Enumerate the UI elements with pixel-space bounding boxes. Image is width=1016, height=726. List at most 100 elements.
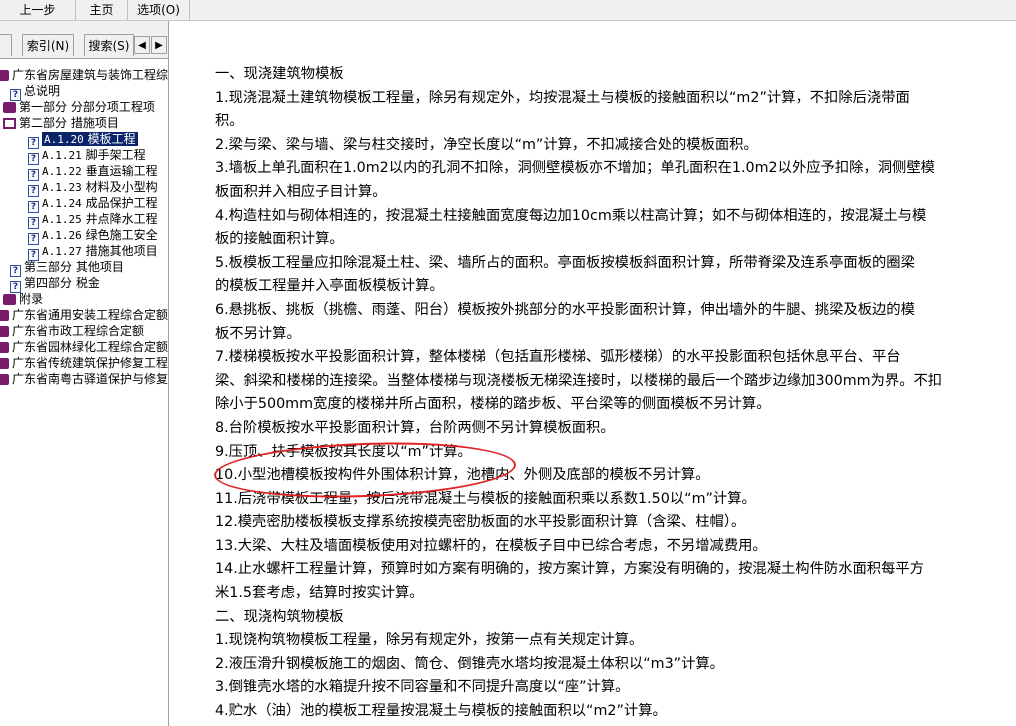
section-heading: 一、现浇建筑物模板 [215, 66, 344, 82]
tree-item-label: 广东省传统建筑保护修复工程 [12, 356, 168, 370]
options-menu[interactable]: 选项(O) [128, 0, 190, 20]
tree-item[interactable]: ? A.1.25 井点降水工程 [28, 211, 158, 229]
text-line: 2.液压滑升钢模板施工的烟囱、筒仓、倒锥壳水塔均按混凝土体积以“m3”计算。 [215, 655, 724, 672]
tree-item-code: A.1.25 [42, 213, 82, 226]
tree-item[interactable]: ? A.1.22 垂直运输工程 [28, 163, 158, 181]
tree-item-text: 措施其他项目 [85, 244, 158, 258]
tree-item-text: 材料及小型构 [85, 180, 158, 194]
topic-text: 一、现浇建筑物模板 1.现浇混凝土建筑物模板工程量，除另有规定外，均按混凝土与模板… [215, 63, 1005, 724]
tree-item-label: 第二部分 措施项目 [19, 116, 119, 130]
tree-item[interactable]: 广东省房屋建筑与装饰工程综 [0, 67, 168, 83]
tree-item-label: 广东省房屋建筑与装饰工程综 [12, 68, 168, 82]
tree-item-label: A.1.24 成品保护工程 [42, 196, 158, 210]
tree-item-code: A.1.24 [42, 197, 82, 210]
tree-item-text: 第一部分 分部分项工程项 [19, 100, 155, 114]
tree-item-text: 广东省通用安装工程综合定额 [12, 308, 169, 322]
tree-item[interactable]: ? A.1.24 成品保护工程 [28, 195, 158, 213]
tree-item-label: 广东省通用安装工程综合定额 [12, 308, 168, 322]
tree-item[interactable]: ? A.1.26 绿色施工安全 [28, 227, 158, 245]
tree-item-text: 第二部分 措施项目 [19, 116, 119, 130]
text-line: 13.大梁、大柱及墙面模板使用对拉螺杆的，在模板子目中已综合考虑，不另增减费用。 [215, 537, 767, 554]
tree-item[interactable]: ? 总说明 [10, 83, 60, 101]
tree-item-text: 成品保护工程 [85, 196, 158, 210]
tree-item-label: 广东省园林绿化工程综合定额 [12, 340, 168, 354]
book-icon [3, 102, 16, 113]
home-button[interactable]: 主页 [76, 0, 128, 20]
tree-item[interactable]: ? A.1.20 模板工程 [28, 131, 138, 149]
tab-index[interactable]: 索引(N) [22, 34, 74, 56]
tree-item-label: 第一部分 分部分项工程项 [19, 100, 155, 114]
text-line: 米1.5套考虑，结算时按实计算。 [215, 585, 424, 602]
tree-item[interactable]: 附录 [3, 291, 43, 307]
tree-item[interactable]: 广东省园林绿化工程综合定额 [0, 339, 168, 355]
tree-item-label: 总说明 [24, 84, 60, 98]
tree-item-code: A.1.26 [42, 229, 82, 242]
text-line: 3.倒锥壳水塔的水箱提升按不同容量和不同提升高度以“座”计算。 [215, 679, 630, 696]
book-open-icon [3, 118, 16, 129]
tree-item-text: 第三部分 其他项目 [24, 260, 124, 274]
tree-item-label: 附录 [19, 292, 43, 306]
tree-item-text: 广东省房屋建筑与装饰工程综 [12, 68, 169, 82]
tab-search[interactable]: 搜索(S) [84, 34, 134, 56]
topic-content: 一、现浇建筑物模板 1.现浇混凝土建筑物模板工程量，除另有规定外，均按混凝土与模板… [169, 21, 1016, 726]
tree-item-label: 广东省南粤古驿道保护与修复 [12, 372, 168, 386]
tree-item-text: 广东省南粤古驿道保护与修复 [12, 372, 169, 386]
tree-item-label: A.1.23 材料及小型构 [42, 180, 158, 194]
text-line: 5.板模板工程量应扣除混凝土柱、梁、墙所占的面积。亭面板按模板斜面积计算，所带脊… [215, 254, 915, 271]
tree-item[interactable]: ? A.1.23 材料及小型构 [28, 179, 158, 197]
text-line: 板面积并入相应子目计算。 [215, 183, 387, 200]
text-line: 8.台阶模板按水平投影面积计算，台阶两侧不另计算模板面积。 [215, 419, 615, 436]
book-icon [0, 310, 9, 321]
back-button[interactable]: 上一步 [0, 0, 76, 20]
text-line: 二、现浇构筑物模板 [215, 608, 344, 625]
tree-item-text: 脚手架工程 [85, 148, 146, 162]
tree-item-label: A.1.21 脚手架工程 [42, 148, 146, 162]
tree-item-text: 垂直运输工程 [85, 164, 158, 178]
navigation-pane: 索引(N) 搜索(S) ◀ ▶ 广东省房屋建筑与装饰工程综? 总说明 第一部分 分部… [0, 21, 169, 726]
tab-scroll-left-icon[interactable]: ◀ [134, 36, 150, 54]
tree-item[interactable]: 广东省通用安装工程综合定额 [0, 307, 168, 323]
tree-item[interactable]: ? A.1.21 脚手架工程 [28, 147, 146, 165]
tab-strip: 索引(N) 搜索(S) ◀ ▶ [0, 21, 168, 59]
text-line: 2.梁与梁、梁与墙、梁与柱交接时，净空长度以“m”计算，不扣减接合处的模板面积。 [215, 136, 758, 153]
book-icon [3, 294, 16, 305]
tree-item-text: 模板工程 [87, 132, 136, 146]
book-icon [0, 342, 9, 353]
text-line: 4.贮水（油）池的模板工程量按混凝土与模板的接触面积以“m2”计算。 [215, 703, 667, 720]
text-line: 12.模壳密肋楼板模板支撑系统按模壳密肋板面的水平投影面积计算（含梁、柱帽）。 [215, 514, 746, 531]
tree-item[interactable]: ? 第四部分 税金 [10, 275, 100, 293]
tree-item-label: A.1.26 绿色施工安全 [42, 228, 158, 242]
tree-item[interactable]: 第二部分 措施项目 [3, 115, 119, 131]
tree-item-code: A.1.27 [42, 245, 82, 258]
text-line: 梁、斜梁和楼梯的连接梁。当整体楼梯与现浇楼板无梯梁连接时，以楼梯的最后一个踏步边… [215, 372, 943, 389]
tree-item[interactable]: ? 第三部分 其他项目 [10, 259, 124, 277]
section-heading: 1.现饶构筑物模板工程量，除另有规定外，按第一点有关规定计算。 [215, 632, 644, 649]
tree-item-text: 广东省市政工程综合定额 [12, 324, 145, 338]
tree-item-text: 井点降水工程 [85, 212, 158, 226]
text-line: 14.止水螺杆工程量计算，预算时如方案有明确的，按方案计算，方案没有明确的，按混… [215, 561, 924, 578]
tree-item-text: 第四部分 税金 [24, 276, 100, 290]
tree-item-text: 广东省传统建筑保护修复工程 [12, 356, 169, 370]
tree-item-code: A.1.23 [42, 181, 82, 194]
text-line: 4.构造柱如与砌体相连的，按混凝土柱接触面宽度每边加10cm乘以柱高计算；如不与… [215, 207, 927, 224]
tree-item-label: A.1.27 措施其他项目 [42, 244, 158, 258]
tree-item-label: A.1.25 井点降水工程 [42, 212, 158, 226]
text-line: 6.悬挑板、挑板（挑檐、雨蓬、阳台）模板按外挑部分的水平投影面积计算，伸出墙外的… [215, 301, 915, 318]
tree-item[interactable]: 广东省传统建筑保护修复工程 [0, 355, 168, 371]
tree-item[interactable]: 第一部分 分部分项工程项 [3, 99, 155, 115]
book-icon [0, 70, 9, 81]
tree-item-label: A.1.22 垂直运输工程 [42, 164, 158, 178]
text-line: 板不另计算。 [215, 325, 301, 342]
text-line: 积。 [215, 113, 244, 130]
tree-item[interactable]: ? A.1.27 措施其他项目 [28, 243, 158, 261]
book-icon [0, 358, 9, 369]
tree-item-code: A.1.21 [42, 149, 82, 162]
tab-scroll-right-icon[interactable]: ▶ [151, 36, 167, 54]
tree-item-label: A.1.20 模板工程 [42, 132, 138, 146]
tree-item-text: 广东省园林绿化工程综合定额 [12, 340, 169, 354]
tree-item-code: A.1.22 [42, 165, 82, 178]
tree-item-label: 第三部分 其他项目 [24, 260, 124, 274]
tree-item[interactable]: 广东省南粤古驿道保护与修复 [0, 371, 168, 387]
tab-contents[interactable] [0, 34, 12, 56]
tree-item[interactable]: 广东省市政工程综合定额 [0, 323, 144, 339]
